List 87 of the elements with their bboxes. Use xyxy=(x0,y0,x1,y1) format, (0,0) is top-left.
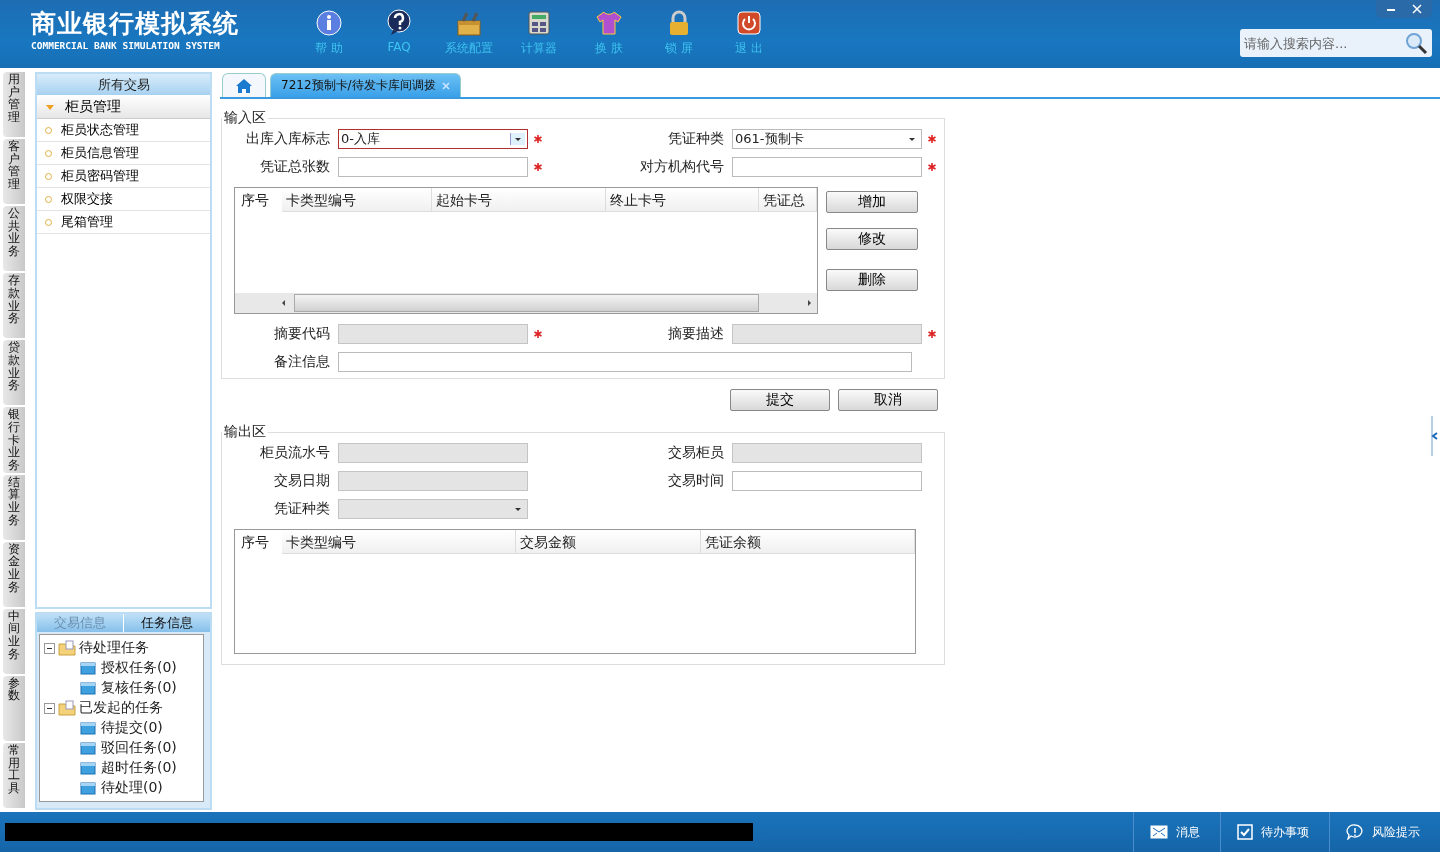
collapse-icon[interactable] xyxy=(44,702,55,714)
field-label: 对方机构代号 xyxy=(639,158,725,176)
field-label: 凭证总张数 xyxy=(259,158,331,176)
column-header[interactable]: 交易金额 xyxy=(515,530,701,554)
field-label: 柜员流水号 xyxy=(259,444,331,462)
dropdown-field[interactable]: 061-预制卡 xyxy=(732,129,922,149)
tree-item[interactable]: 超时任务(0) xyxy=(101,759,177,777)
info-icon xyxy=(315,9,343,37)
folder-icon xyxy=(58,640,76,656)
side-tab[interactable]: 资金业务 xyxy=(3,541,25,607)
text-field[interactable] xyxy=(338,352,912,372)
grid-button[interactable]: 删除 xyxy=(826,269,918,291)
side-tab[interactable]: 中间业务 xyxy=(3,608,25,674)
house-icon xyxy=(235,77,253,94)
text-field[interactable] xyxy=(732,471,922,491)
folder-icon xyxy=(80,721,96,735)
column-header[interactable]: 凭证总 xyxy=(758,188,817,212)
status-button[interactable]: 消息 xyxy=(1133,812,1220,852)
side-tab[interactable]: 银行卡业务 xyxy=(3,407,25,473)
side-tab[interactable]: 存款业务 xyxy=(3,273,25,339)
field-label: 出库入库标志 xyxy=(245,130,331,148)
action-button[interactable]: 取消 xyxy=(838,389,938,411)
collapse-handle-icon[interactable] xyxy=(1430,416,1438,456)
app-subtitle: COMMERCIAL BANK SIMULATION SYSTEM xyxy=(31,40,221,51)
dropdown-field[interactable]: 0-入库 xyxy=(338,129,528,149)
field-label: 交易时间 xyxy=(667,472,725,490)
tree-item[interactable]: 待处理任务 xyxy=(79,639,149,657)
side-tab[interactable]: 贷款业务 xyxy=(3,340,25,406)
folder-icon xyxy=(80,681,96,695)
column-header[interactable]: 终止卡号 xyxy=(606,188,759,212)
action-button[interactable]: 提交 xyxy=(730,389,830,411)
folder-icon xyxy=(80,741,96,755)
grid-button[interactable]: 修改 xyxy=(826,228,918,250)
tree-item[interactable]: 复核任务(0) xyxy=(101,679,177,697)
field-label: 交易日期 xyxy=(273,472,331,490)
column-header[interactable]: 卡类型编号 xyxy=(281,530,516,554)
column-header[interactable]: 起始卡号 xyxy=(432,188,607,212)
side-tab[interactable]: 用户管理 xyxy=(3,72,25,138)
folder-icon xyxy=(80,661,96,675)
app-title: 商业银行模拟系统 xyxy=(31,10,240,38)
status-button[interactable]: 风险提示 xyxy=(1329,812,1440,852)
side-tab[interactable]: 结算业务 xyxy=(3,474,25,540)
page-tab[interactable]: 7212预制卡/待发卡库间调拨 xyxy=(270,73,461,97)
power-icon xyxy=(735,9,763,37)
folder-icon xyxy=(80,781,96,795)
side-tab[interactable]: 公共业务 xyxy=(3,206,25,272)
panel-tab[interactable]: 任务信息 xyxy=(123,614,210,632)
folder-icon xyxy=(58,700,76,716)
field-label: 交易柜员 xyxy=(667,444,725,462)
checkbox-icon xyxy=(1237,824,1253,840)
caret-icon xyxy=(510,133,525,145)
side-tab[interactable]: 常用工具 xyxy=(3,742,25,808)
tree-item[interactable]: 待处理(0) xyxy=(101,779,163,797)
status-button[interactable]: 待办事项 xyxy=(1220,812,1329,852)
section-title: 输入区 xyxy=(223,109,267,127)
section-title: 输出区 xyxy=(223,423,267,441)
scrollbar[interactable] xyxy=(235,293,817,313)
collapse-icon[interactable] xyxy=(44,642,55,654)
column-header[interactable]: 卡类型编号 xyxy=(281,188,433,212)
column-header[interactable]: 凭证余额 xyxy=(700,530,915,554)
side-tab[interactable]: 客户管理 xyxy=(3,139,25,205)
grid-button[interactable]: 增加 xyxy=(826,191,918,213)
envelope-icon xyxy=(1150,825,1168,839)
tree-item[interactable]: 授权任务(0) xyxy=(101,659,177,677)
panel-title: 所有交易 xyxy=(37,74,210,95)
field-label: 备注信息 xyxy=(273,353,331,371)
field-label: 凭证种类 xyxy=(273,500,331,518)
field-label: 摘要代码 xyxy=(273,325,331,343)
home-tab[interactable] xyxy=(222,73,266,97)
text-field[interactable] xyxy=(338,157,528,177)
folder-icon xyxy=(80,761,96,775)
speech-bubble-icon xyxy=(1346,824,1364,840)
left-arrow-icon[interactable] xyxy=(280,299,288,307)
field-label: 凭证种类 xyxy=(667,130,725,148)
field-label: 摘要描述 xyxy=(667,325,725,343)
tree-item[interactable]: 待提交(0) xyxy=(101,719,163,737)
side-tab[interactable]: 参数 xyxy=(3,675,25,741)
text-field[interactable] xyxy=(732,157,922,177)
menu-group[interactable]: 柜员管理 xyxy=(37,95,210,119)
calculator-icon xyxy=(525,9,553,37)
tree-item[interactable]: 驳回任务(0) xyxy=(101,739,177,757)
tree-item[interactable]: 已发起的任务 xyxy=(79,699,163,717)
right-arrow-icon[interactable] xyxy=(805,299,813,307)
question-icon xyxy=(385,9,413,37)
shirt-icon xyxy=(595,9,623,37)
search-field[interactable]: 请输入搜索内容... xyxy=(1240,29,1432,57)
search-icon[interactable] xyxy=(1404,31,1428,55)
